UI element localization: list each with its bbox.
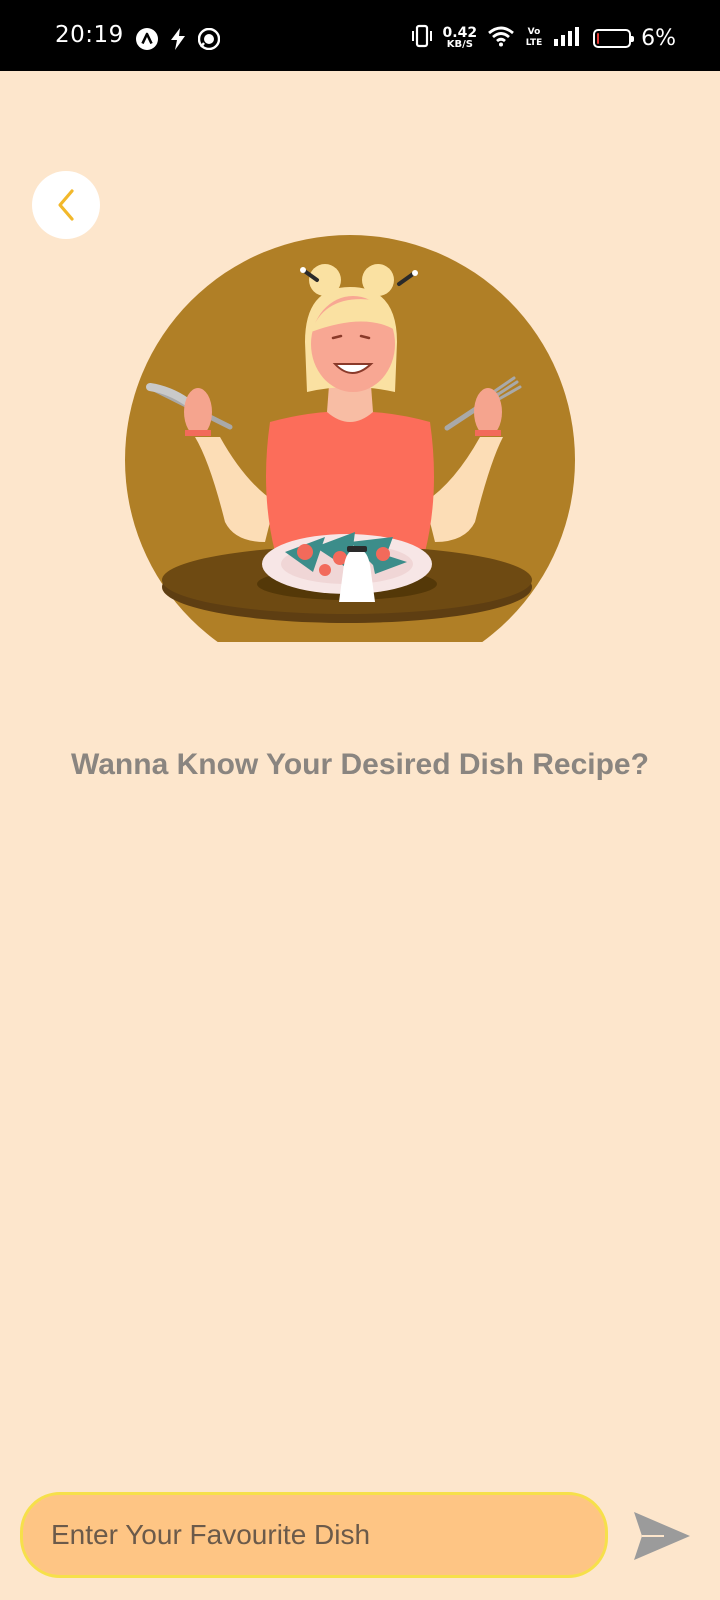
chevron-left-icon	[58, 189, 74, 221]
send-icon	[634, 1512, 690, 1560]
battery-icon	[593, 28, 635, 48]
volte-icon: Vo LTE	[525, 25, 543, 51]
network-speed-value: 0.42	[442, 25, 478, 41]
network-speed: 0.42 KB/S	[443, 26, 478, 50]
recipe-prompt-heading: Wanna Know Your Desired Dish Recipe?	[71, 748, 649, 781]
svg-text:Vo: Vo	[528, 27, 541, 37]
signal-icon	[553, 26, 583, 50]
send-button[interactable]	[630, 1506, 694, 1566]
status-bar: 20:19 0.42 KB/S Vo LTE 6%	[0, 0, 720, 71]
network-speed-unit: KB/S	[446, 39, 473, 50]
status-time: 20:19	[55, 22, 124, 48]
battery-level-fill	[597, 32, 600, 44]
svg-text:LTE: LTE	[526, 38, 543, 47]
status-notification-icons	[136, 27, 221, 54]
battery-percent: 6%	[641, 25, 676, 51]
dish-input-bar	[20, 1492, 700, 1580]
dish-search-input[interactable]	[20, 1492, 608, 1578]
hero-illustration	[125, 232, 595, 685]
wifi-icon	[487, 25, 515, 51]
status-system-icons: 0.42 KB/S Vo LTE 6%	[411, 24, 676, 52]
back-button[interactable]	[32, 171, 100, 239]
vibrate-icon	[411, 24, 433, 52]
woman-eating-salad-illustration	[125, 235, 575, 685]
messenger-icon	[197, 27, 221, 54]
flash-icon	[170, 28, 186, 54]
app-a-icon	[136, 28, 158, 54]
